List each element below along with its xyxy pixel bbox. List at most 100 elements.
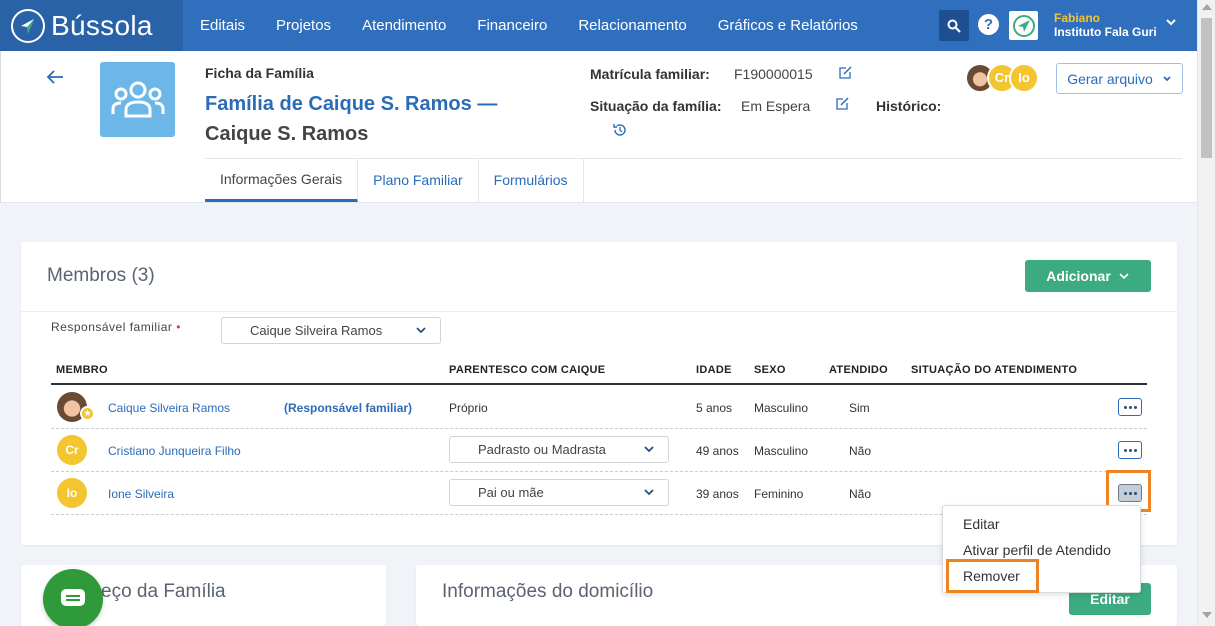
parentesco-select-value: Padrasto ou Madrasta: [478, 442, 606, 457]
chevron-down-icon: [1163, 75, 1171, 81]
responsavel-tag: (Responsável familiar): [284, 401, 413, 415]
column-header-idade: IDADE: [696, 364, 732, 376]
idade-value: 39 anos: [696, 487, 739, 501]
column-header-situacao: SITUAÇÃO DO ATENDIMENTO: [911, 364, 1078, 376]
gerar-arquivo-button[interactable]: Gerar arquivo: [1056, 63, 1183, 94]
edit-icon[interactable]: [837, 65, 853, 81]
chat-icon: [61, 589, 85, 606]
row-divider: [51, 428, 1147, 429]
tab-informacoes-gerais[interactable]: Informações Gerais: [205, 158, 359, 202]
nav-atendimento[interactable]: Atendimento: [362, 17, 446, 34]
address-title: eço da Família: [101, 581, 226, 602]
column-header-parentesco: PARENTESCO COM CAIQUE: [449, 364, 606, 376]
situacao-label: Situação da família:: [590, 98, 722, 114]
sexo-value: Masculino: [754, 444, 809, 458]
chat-button[interactable]: [43, 569, 103, 626]
atendido-value: Não: [849, 487, 872, 501]
matricula-value: F190000015: [734, 66, 813, 82]
responsavel-label-text: Responsável familiar: [51, 320, 173, 334]
page-title: Família de Caique S. Ramos — Caique S. R…: [205, 89, 565, 149]
tab-formularios[interactable]: Formulários: [479, 158, 584, 202]
family-name: Família de Caique S. Ramos: [205, 93, 472, 115]
chevron-down-icon: [644, 489, 654, 496]
chevron-down-icon[interactable]: [1165, 16, 1177, 28]
column-header-membro: MEMBRO: [56, 364, 108, 376]
members-card: Membros (3) Adicionar Responsável famili…: [21, 242, 1177, 545]
atendido-value: Sim: [849, 401, 870, 415]
app-logo[interactable]: Bússola: [0, 0, 183, 51]
user-org[interactable]: Instituto Fala Guri: [1054, 25, 1157, 39]
main-nav: Editais Projetos Atendimento Financeiro …: [200, 0, 889, 51]
row-actions-button[interactable]: [1118, 398, 1142, 416]
nav-editais[interactable]: Editais: [200, 17, 245, 34]
avatar: Io: [57, 478, 87, 508]
matricula-label: Matrícula familiar:: [590, 66, 710, 82]
avatar: Cr: [57, 435, 87, 465]
page-scrollbar[interactable]: [1197, 0, 1215, 626]
tab-bar: Informações Gerais Plano Familiar Formul…: [205, 158, 584, 202]
responsible-name: Caique S. Ramos: [205, 123, 369, 145]
avatar: Io: [1009, 63, 1039, 93]
parentesco-value: Próprio: [449, 401, 488, 415]
domicilio-title: Informações do domicílio: [442, 581, 654, 602]
help-icon[interactable]: ?: [978, 14, 999, 35]
add-member-label: Adicionar: [1046, 268, 1111, 284]
members-title: Membros (3): [47, 265, 155, 286]
header-divider: [1, 202, 1198, 203]
family-group-icon: [100, 62, 175, 137]
chevron-down-icon: [1119, 273, 1129, 280]
responsavel-label: Responsável familiar •: [51, 320, 181, 334]
edit-icon[interactable]: [834, 96, 850, 112]
atendido-value: Não: [849, 444, 872, 458]
highlight-box: [946, 559, 1039, 593]
historico-label: Histórico:: [876, 98, 942, 114]
scroll-up-arrow[interactable]: [1202, 4, 1212, 10]
member-avatars[interactable]: Cr Io: [965, 63, 1045, 95]
situacao-value: Em Espera: [741, 98, 811, 114]
back-arrow-icon[interactable]: [45, 67, 65, 87]
section-label: Ficha da Família: [205, 65, 314, 81]
idade-value: 49 anos: [696, 444, 739, 458]
app-name: Bússola: [51, 9, 153, 41]
chevron-down-icon: [416, 327, 426, 334]
nav-relacionamento[interactable]: Relacionamento: [578, 17, 686, 34]
nav-financeiro[interactable]: Financeiro: [477, 17, 547, 34]
title-dash: —: [477, 93, 498, 115]
column-header-atendido: ATENDIDO: [829, 364, 889, 376]
member-name-link[interactable]: Cristiano Junqueira Filho: [108, 444, 241, 458]
scroll-thumb[interactable]: [1201, 18, 1212, 158]
column-header-sexo: SEXO: [754, 364, 786, 376]
search-icon: [947, 19, 961, 33]
row-divider: [51, 471, 1147, 472]
required-marker: •: [176, 320, 181, 334]
idade-value: 5 anos: [696, 401, 733, 415]
parentesco-select[interactable]: Pai ou mãe: [449, 479, 669, 506]
history-icon[interactable]: [612, 122, 628, 138]
more-dots-icon: [1123, 448, 1137, 452]
row-actions-menu: Editar Ativar perfil de Atendido Remover: [942, 505, 1141, 593]
search-button[interactable]: [939, 10, 969, 41]
menu-item-ativar-perfil[interactable]: Ativar perfil de Atendido: [963, 542, 1111, 558]
responsavel-select-value: Caique Silveira Ramos: [250, 323, 383, 338]
star-icon: ★: [80, 406, 95, 421]
user-name[interactable]: Fabiano: [1054, 11, 1100, 25]
card-divider: [21, 311, 1177, 312]
member-name-link[interactable]: Ione Silveira: [108, 487, 174, 501]
more-dots-icon: [1123, 405, 1137, 409]
nav-projetos[interactable]: Projetos: [276, 17, 331, 34]
nav-graficos-relatorios[interactable]: Gráficos e Relatórios: [718, 17, 858, 34]
sexo-value: Masculino: [754, 401, 809, 415]
compass-icon: [11, 8, 45, 43]
add-member-button[interactable]: Adicionar: [1025, 260, 1151, 292]
parentesco-select[interactable]: Padrasto ou Madrasta: [449, 436, 669, 463]
chevron-down-icon: [644, 446, 654, 453]
top-navbar: Bússola Editais Projetos Atendimento Fin…: [0, 0, 1197, 51]
scroll-down-arrow[interactable]: [1202, 612, 1212, 618]
family-header: Ficha da Família Família de Caique S. Ra…: [0, 51, 1198, 203]
menu-item-editar[interactable]: Editar: [963, 516, 1000, 532]
member-name-link[interactable]: Caique Silveira Ramos: [108, 401, 230, 415]
row-actions-button[interactable]: [1118, 441, 1142, 459]
org-logo: [1009, 11, 1038, 40]
tab-plano-familiar[interactable]: Plano Familiar: [358, 158, 479, 202]
responsavel-select[interactable]: Caique Silveira Ramos: [221, 317, 441, 344]
